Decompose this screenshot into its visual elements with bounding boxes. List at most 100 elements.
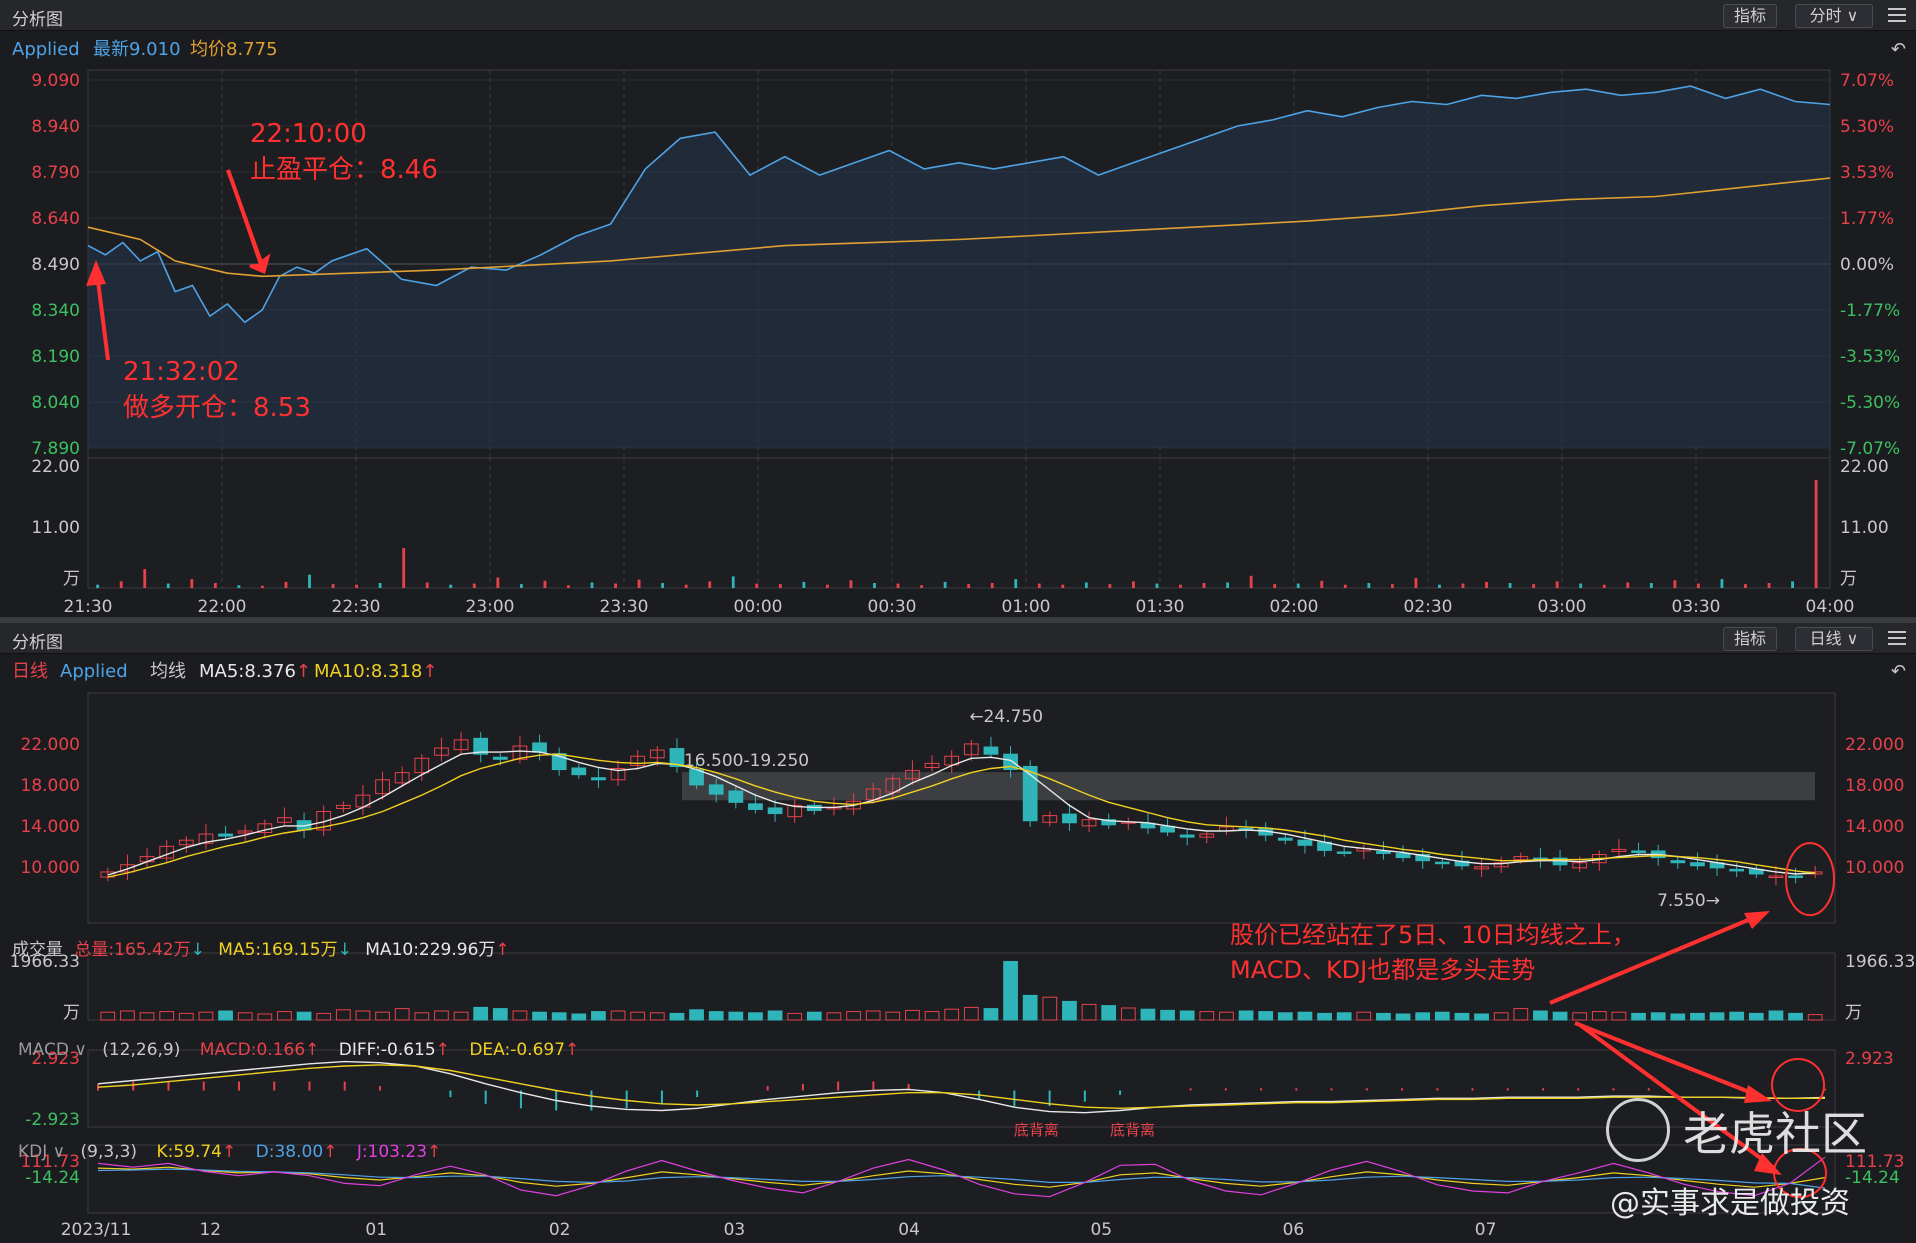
candle-body — [1336, 851, 1352, 854]
daily-volume-bar — [1179, 1010, 1195, 1021]
bottom-panel-header: 分析图 指标 日线 ∨ — [0, 623, 1916, 654]
volume-bar — [1767, 583, 1771, 588]
bottom-indicator-button[interactable]: 指标 — [1723, 627, 1777, 651]
kline-tick-label: 14.000 — [21, 817, 80, 837]
volume-bar — [96, 584, 100, 588]
top-menu-icon[interactable] — [1888, 4, 1906, 24]
volume-bar — [1084, 582, 1088, 588]
candle-body — [767, 807, 783, 815]
price-tick-label: 7.890 — [31, 439, 80, 459]
volume-bar — [378, 583, 382, 588]
price-tick-label: 8.640 — [31, 209, 80, 229]
volume-bar — [1226, 582, 1230, 588]
volume-bar — [802, 581, 806, 588]
volume-bar — [543, 580, 547, 588]
daily-volume-bar — [1552, 1011, 1568, 1021]
volume-bar — [1249, 575, 1253, 588]
volume-bar — [143, 569, 147, 588]
volume-bar — [1390, 584, 1394, 588]
kdj-dropdown[interactable]: KDJ ∨ — [18, 1142, 65, 1162]
top-period-dropdown[interactable]: 分时 ∨ — [1795, 4, 1873, 28]
kline-tick-label-right: 22.000 — [1845, 735, 1904, 755]
comment-line-1: 股价已经站在了5日、10日均线之上， — [1230, 921, 1636, 949]
volume-bar — [590, 582, 594, 588]
daily-volume-bar — [1140, 1008, 1156, 1021]
daily-volume-bar — [1317, 1012, 1332, 1021]
volume-bar — [896, 583, 900, 588]
daily-volume-bar — [806, 1011, 822, 1021]
candle-body — [1434, 861, 1450, 865]
volume-bar — [213, 583, 217, 588]
volume-info: 成交量 总量:165.42万↓ MA5:169.15万↓ MA10:229.96… — [12, 940, 510, 960]
volume-bar — [1720, 579, 1724, 588]
date-tick-label: 2023/11 — [61, 1220, 132, 1240]
volume-bar — [1320, 580, 1324, 588]
bottom-panel-title: 分析图 — [12, 633, 63, 653]
time-tick-label: 01:30 — [1136, 597, 1185, 617]
entry-annotation-time: 21:32:02 — [123, 357, 240, 387]
volume-bar — [661, 583, 665, 588]
time-tick-label: 22:30 — [332, 597, 381, 617]
top-indicator-button[interactable]: 指标 — [1723, 4, 1777, 28]
volume-bar — [1485, 581, 1488, 588]
daily-volume-bar — [591, 1011, 606, 1021]
candle-body — [1631, 850, 1646, 853]
date-tick-label: 07 — [1475, 1220, 1497, 1240]
daily-volume-bar — [1062, 1000, 1077, 1021]
bottom-menu-icon[interactable] — [1888, 627, 1906, 647]
daily-volume-unit: 万 — [63, 1003, 80, 1023]
time-tick-label: 00:00 — [734, 597, 783, 617]
top-panel-title: 分析图 — [12, 10, 63, 30]
volume-bar — [849, 580, 853, 588]
daily-volume-bar — [1729, 1011, 1745, 1021]
kline-tick-label-right: 18.000 — [1845, 776, 1904, 796]
kline-tick-label: 18.000 — [21, 776, 80, 796]
kdj-info: KDJ ∨ (9,3,3) K:59.74↑ D:38.00↑ J:103.23… — [18, 1142, 442, 1162]
candle-body — [571, 767, 587, 776]
volume-bar — [1579, 583, 1583, 588]
daily-volume-bar — [1748, 1012, 1764, 1021]
kdj-tick-bottom-right: -14.24 — [1845, 1168, 1900, 1188]
bottom-period-dropdown[interactable]: 日线 ∨ — [1795, 627, 1873, 651]
volume-bar — [166, 583, 170, 588]
pct-tick-label: -1.77% — [1840, 301, 1900, 321]
time-tick-label: 23:30 — [600, 597, 649, 617]
daily-volume-bar — [1650, 1012, 1666, 1021]
entry-annotation-text: 做多开仓：8.53 — [123, 393, 311, 423]
volume-bar — [825, 584, 829, 588]
time-tick-label: 02:30 — [1404, 597, 1453, 617]
price-tick-label: 8.340 — [31, 301, 80, 321]
daily-volume-bar — [1631, 1012, 1646, 1021]
candle-body — [708, 784, 724, 795]
volume-bar — [1179, 584, 1182, 588]
volume-bar — [637, 579, 641, 588]
candle-body — [1690, 862, 1705, 867]
daily-volume-bar — [1258, 1011, 1274, 1021]
pct-tick-label: 5.30% — [1840, 117, 1894, 137]
candle-body — [1062, 813, 1077, 824]
daily-volume-bar — [728, 1011, 744, 1021]
daily-volume-bar — [1709, 1012, 1725, 1021]
macd-dropdown[interactable]: MACD ∨ — [18, 1040, 87, 1060]
volume-bar — [1343, 584, 1347, 588]
volume-bar — [425, 582, 429, 588]
daily-volume-bar — [669, 1012, 685, 1021]
kline-tick-label: 22.000 — [21, 735, 80, 755]
candle-body — [1729, 868, 1745, 872]
date-tick-label: 02 — [549, 1220, 571, 1240]
volume-bar — [1132, 581, 1135, 588]
volume-bar — [1108, 584, 1112, 588]
volume-tick-label-right: 22.00 — [1840, 457, 1889, 477]
macd-tick-bottom: -2.923 — [25, 1110, 80, 1130]
daily-volume-bar — [1277, 1012, 1293, 1021]
candle-body — [748, 803, 763, 810]
volume-bar — [496, 577, 500, 588]
volume-bar — [990, 583, 994, 588]
volume-bar — [1414, 578, 1418, 588]
volume-bar — [519, 584, 523, 588]
candle-body — [983, 746, 999, 755]
time-tick-label: 21:30 — [64, 597, 113, 617]
exit-annotation-time: 22:10:00 — [250, 119, 367, 149]
volume-bar — [1602, 584, 1606, 588]
candle-body — [492, 756, 508, 760]
